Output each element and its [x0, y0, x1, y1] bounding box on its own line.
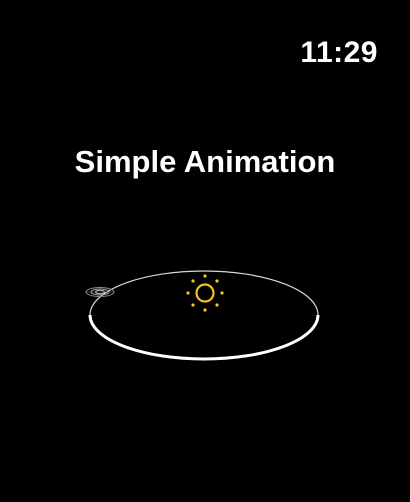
planet-icon — [85, 287, 115, 297]
watch-screen: 11:29 Simple Animation — [0, 0, 410, 502]
sun-icon — [186, 274, 224, 312]
orbit-front-arc — [88, 314, 320, 361]
animation-scene — [85, 270, 320, 361]
orbit-back-arc — [89, 270, 319, 316]
